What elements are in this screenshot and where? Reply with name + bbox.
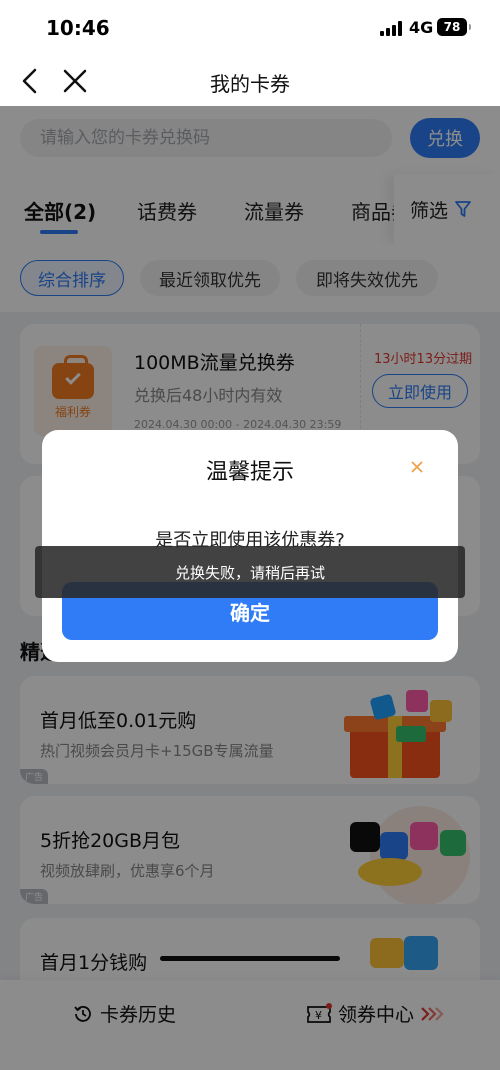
status-time: 10:46 (46, 16, 110, 40)
network-label: 4G (409, 18, 434, 37)
signal-icon (380, 20, 404, 36)
dialog-title: 温馨提示 (205, 460, 294, 485)
error-toast: 兑换失败，请稍后再试 (35, 546, 465, 598)
page-title: 我的卡券 (210, 72, 290, 96)
battery-icon: 78 (437, 18, 471, 36)
nav-bar: 我的卡券 (0, 56, 500, 106)
status-bar: 10:46 4G 78 (0, 0, 500, 56)
close-icon[interactable] (406, 456, 428, 478)
